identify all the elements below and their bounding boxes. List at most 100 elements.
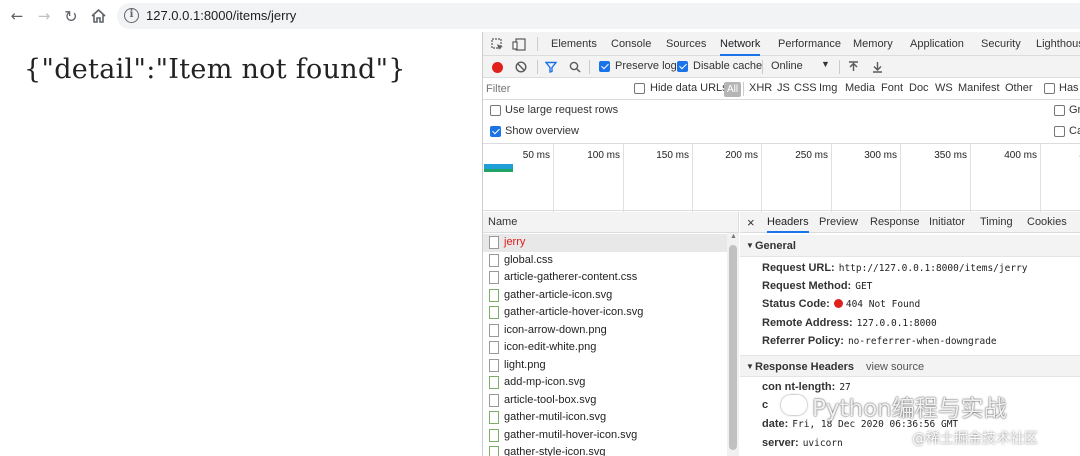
filter-bar: Hide data URLs All XHR JS CSS Img Media …	[483, 78, 1080, 100]
list-item[interactable]: global.css	[483, 252, 727, 270]
divider	[839, 60, 840, 74]
hide-data-urls-label[interactable]: Hide data URLs	[650, 82, 728, 94]
file-icon	[489, 271, 499, 284]
capture-screenshots-label[interactable]: Ca	[1069, 125, 1080, 137]
back-icon[interactable]: ←	[8, 7, 26, 25]
hide-data-urls-checkbox[interactable]	[634, 83, 645, 94]
tab-network[interactable]: Network	[720, 32, 761, 56]
has-blocked-cookies-checkbox[interactable]	[1044, 83, 1055, 94]
tab-application[interactable]: Application	[910, 32, 964, 56]
has-blocked-cookies-label[interactable]: Has b	[1059, 82, 1080, 94]
show-overview-checkbox[interactable]	[490, 126, 501, 137]
group-by-frame-checkbox[interactable]	[1054, 105, 1065, 116]
filter-doc[interactable]: Doc	[909, 82, 929, 94]
general-section-header[interactable]: ▼ General	[740, 235, 1080, 257]
status-error-icon	[833, 299, 843, 308]
filter-other[interactable]: Other	[1005, 82, 1033, 94]
filter-ws[interactable]: WS	[935, 82, 953, 94]
tab-sources[interactable]: Sources	[666, 32, 706, 56]
list-item[interactable]: gather-article-hover-icon.svg	[483, 304, 727, 322]
tab-timing[interactable]: Timing	[980, 212, 1013, 233]
tab-cookies[interactable]: Cookies	[1027, 212, 1067, 233]
tab-response[interactable]: Response	[870, 212, 920, 233]
list-item[interactable]: gather-style-icon.svg	[483, 444, 727, 456]
filter-img[interactable]: Img	[819, 82, 837, 94]
list-item[interactable]: gather-mutil-hover-icon.svg	[483, 427, 727, 445]
inspect-element-icon[interactable]	[490, 37, 504, 51]
close-icon[interactable]: ×	[747, 212, 755, 233]
view-source-link[interactable]: view source	[866, 361, 924, 373]
show-overview-label[interactable]: Show overview	[505, 125, 579, 137]
home-icon[interactable]	[89, 7, 107, 25]
name-column-header[interactable]: Name	[488, 216, 517, 228]
url-text[interactable]: 127.0.0.1:8000/items/jerry	[146, 8, 296, 23]
export-har-icon[interactable]	[871, 60, 883, 73]
list-item[interactable]: add-mp-icon.svg	[483, 374, 727, 392]
filter-manifest[interactable]: Manifest	[958, 82, 1000, 94]
list-item[interactable]: light.png	[483, 357, 727, 375]
filter-input[interactable]	[486, 80, 626, 98]
tab-initiator[interactable]: Initiator	[929, 212, 965, 233]
filter-font[interactable]: Font	[881, 82, 903, 94]
filter-css[interactable]: CSS	[794, 82, 817, 94]
filter-js[interactable]: JS	[777, 82, 790, 94]
devtools-tab-bar: Elements Console Sources Network Perform…	[483, 32, 1080, 56]
request-url-row: Request URL: http://127.0.0.1:8000/items/…	[762, 262, 1028, 274]
file-icon	[489, 323, 499, 337]
list-item[interactable]: icon-arrow-down.png	[483, 322, 727, 340]
disable-cache-checkbox[interactable]	[677, 61, 688, 72]
info-icon[interactable]: i	[124, 8, 139, 23]
address-bar[interactable]: i 127.0.0.1:8000/items/jerry	[117, 3, 1080, 29]
timeline-tick: 50 ms	[483, 144, 554, 212]
list-item[interactable]: article-tool-box.svg	[483, 392, 727, 410]
divider	[743, 82, 744, 96]
tab-console[interactable]: Console	[611, 32, 651, 56]
capture-screenshots-checkbox[interactable]	[1054, 126, 1065, 137]
file-icon	[489, 341, 499, 354]
options-row-1: Use large request rows Gro	[483, 100, 1080, 122]
preserve-log-checkbox[interactable]	[599, 61, 610, 72]
request-list-header[interactable]: Name	[483, 212, 739, 233]
import-har-icon[interactable]	[847, 60, 859, 73]
reload-icon[interactable]: ↻	[62, 7, 80, 26]
list-item[interactable]: article-gatherer-content.css	[483, 269, 727, 287]
tab-headers[interactable]: Headers	[767, 212, 809, 233]
group-by-frame-label[interactable]: Gro	[1069, 104, 1080, 116]
timeline-tick: 200 ms	[693, 144, 762, 212]
filter-xhr[interactable]: XHR	[749, 82, 772, 94]
scrollbar-thumb[interactable]	[729, 245, 737, 450]
disable-cache-label[interactable]: Disable cache	[693, 60, 762, 72]
filter-media[interactable]: Media	[845, 82, 875, 94]
device-toolbar-icon[interactable]	[512, 37, 526, 51]
scroll-up-icon[interactable]: ▲	[730, 233, 737, 240]
tab-preview[interactable]: Preview	[819, 212, 858, 233]
list-item[interactable]: gather-article-icon.svg	[483, 287, 727, 305]
tab-memory[interactable]: Memory	[853, 32, 893, 56]
divider	[589, 60, 590, 74]
list-item[interactable]: jerry	[483, 234, 727, 252]
json-response-text: {"detail":"Item not found"}	[24, 54, 406, 85]
clear-icon[interactable]	[515, 61, 527, 73]
chevron-down-icon[interactable]: ▼	[821, 59, 830, 69]
request-list-scrollbar[interactable]: ▲	[727, 233, 739, 456]
timeline-tick: 300 ms	[832, 144, 901, 212]
network-overview-timeline[interactable]: 50 ms 100 ms 150 ms 200 ms 250 ms 300 ms…	[483, 143, 1080, 212]
response-headers-section-header[interactable]: ▼ Response Headers view source	[740, 355, 1080, 377]
throttling-select[interactable]: Online	[771, 60, 803, 72]
search-icon[interactable]	[569, 61, 581, 73]
preserve-log-label[interactable]: Preserve log	[615, 60, 677, 72]
tab-performance[interactable]: Performance	[778, 32, 841, 56]
filter-funnel-icon[interactable]	[545, 61, 557, 73]
tab-lighthouse[interactable]: Lighthous	[1036, 32, 1080, 56]
timeline-tick: 4	[1041, 144, 1080, 212]
tab-elements[interactable]: Elements	[551, 32, 597, 56]
large-rows-checkbox[interactable]	[490, 105, 501, 116]
list-item[interactable]: gather-mutil-icon.svg	[483, 409, 727, 427]
list-item[interactable]: icon-edit-white.png	[483, 339, 727, 357]
large-rows-label[interactable]: Use large request rows	[505, 104, 618, 116]
forward-icon[interactable]: →	[35, 7, 53, 25]
tab-security[interactable]: Security	[981, 32, 1021, 56]
triangle-down-icon: ▼	[746, 241, 754, 250]
filter-all-button[interactable]: All	[724, 82, 742, 97]
record-icon[interactable]	[491, 61, 503, 73]
